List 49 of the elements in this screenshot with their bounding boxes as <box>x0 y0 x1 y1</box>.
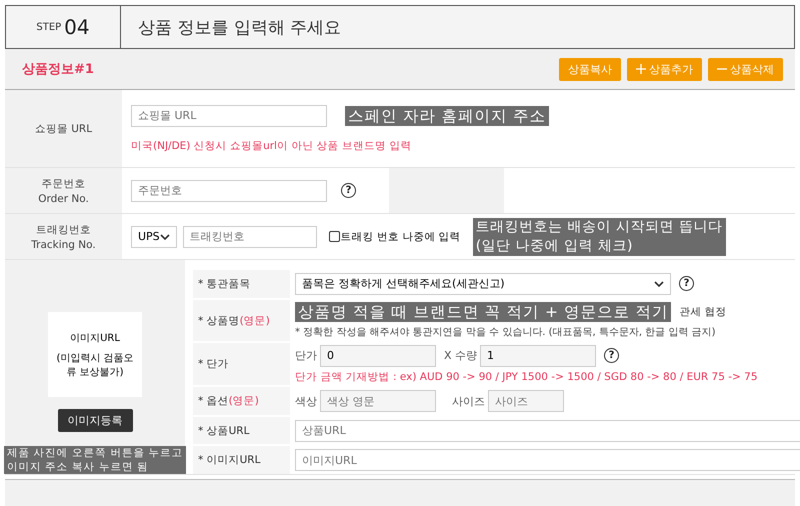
field-label: X 수량 <box>444 348 478 364</box>
order-number-field[interactable]: 주문번호 <box>131 180 327 202</box>
field-label: 쇼핑몰 URL <box>34 122 92 136</box>
step-label: STEP <box>36 22 62 32</box>
image-note: (미입력시 검품오류 보상불가) <box>55 352 135 378</box>
notice-text: 단가 금액 기재방법 : ex) AUD 90 -> 90 / JPY 1500 -> 1500 / SGD 80 -> 80 / EUR 75 -> 75 <box>295 370 758 384</box>
help-icon[interactable]: ? <box>341 183 356 198</box>
annotation-note: 상품명 적을 때 브랜드면 꼭 적기 + 영문으로 적기 <box>295 302 672 322</box>
product-title: 상품정보#1 <box>22 61 94 78</box>
field-label: 단가 <box>295 348 317 364</box>
help-icon[interactable]: ? <box>679 276 694 292</box>
annotation-note: 제품 사진에 오른쪽 버튼을 누르고 이미지 주소 복사 누르면 됨 <box>4 446 186 474</box>
field-label: * 이미지URL <box>198 453 260 468</box>
field-label: * 통관품목 <box>198 276 251 291</box>
annotation-note: 스페인 자라 홈페이지 주소 <box>345 106 549 126</box>
price-field[interactable]: 0 <box>320 344 436 367</box>
help-icon[interactable]: ? <box>604 348 620 364</box>
minus-icon <box>717 68 727 70</box>
later-checkbox[interactable]: 트래킹 번호 나중에 입력 <box>328 230 461 244</box>
size-field[interactable]: 사이즈 <box>488 390 564 412</box>
field-label: * 옵션(영문) <box>198 394 259 408</box>
tracking-number-field[interactable]: 트래킹번호 <box>182 226 317 248</box>
image-label: 이미지URL <box>70 332 120 344</box>
shop-url-field[interactable]: 쇼핑몰 URL <box>131 104 327 126</box>
field-label: * 상품URL <box>198 424 250 438</box>
notice-text: 미국(NJ/DE) 신청시 쇼핑몰url이 아닌 상품 브랜드명 입력 <box>131 138 412 152</box>
step-title: 상품 정보를 입력해 주세요 <box>138 16 342 38</box>
text-field[interactable]: 상품URL <box>295 420 800 442</box>
field-label: * 상품명(영문) <box>198 314 270 328</box>
quantity-field[interactable]: 1 <box>480 344 596 367</box>
chevron-icon <box>160 234 170 240</box>
note-text: * 정확한 작성을 해주셔야 통관지연을 막을 수 있습니다. (대표품목, 특수문자, 한글 입력 금지) <box>295 326 716 339</box>
field-label: Order No. <box>38 192 89 204</box>
field-label: * 단가 <box>198 357 229 372</box>
annotation-note: 트래킹번호는 배송이 시작되면 뜹니다 (일단 나중에 입력 체크) <box>472 218 726 256</box>
field-label: 트래킹번호 <box>36 222 91 236</box>
step-number: 04 <box>64 15 90 39</box>
carrier-select[interactable]: UPS <box>131 226 177 248</box>
text-field[interactable]: 이미지URL <box>295 449 800 472</box>
plus-icon <box>636 64 646 74</box>
field-label: 색상 <box>295 394 317 409</box>
note-text: 관세 협정 <box>679 305 727 319</box>
field-label: 사이즈 <box>452 394 485 409</box>
color-field[interactable]: 색상 영문 <box>320 390 436 412</box>
field-label: 주문번호 <box>42 176 86 190</box>
chevron-icon <box>654 280 664 287</box>
field-label: Tracking No. <box>31 238 96 250</box>
category-select[interactable]: 품목은 정확하게 선택해주세요(세관신고) <box>295 272 671 295</box>
image-upload-button[interactable]: 이미지등록 <box>58 409 132 432</box>
